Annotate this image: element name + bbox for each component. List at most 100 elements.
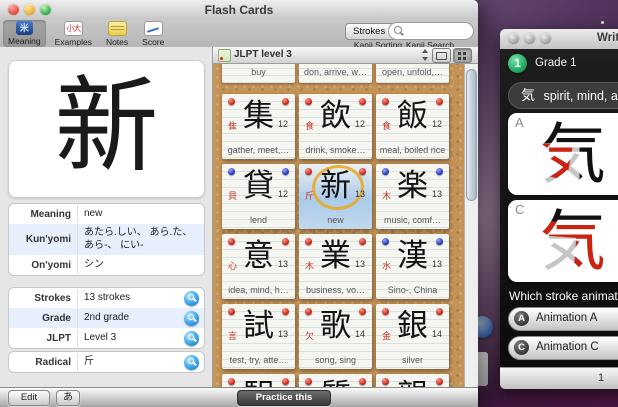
toolbar: 米 Meaning 小大 Examples Notes Score Strokes Kan… (0, 20, 478, 50)
meaning-row: Meaning new (9, 204, 204, 224)
toolbar-button-label: Notes (105, 37, 129, 47)
cork-board[interactable]: buy don, arrive, w… open, unfold,… 隹集 12 gat… (213, 64, 465, 388)
toolbar-button-notes[interactable]: Notes (101, 20, 133, 47)
minimize-button[interactable] (524, 33, 535, 44)
toolbar-buttons: 米 Meaning 小大 Examples Notes Score (3, 20, 169, 47)
big-kanji: 新 (54, 69, 159, 185)
card-letter: C (515, 202, 525, 217)
flash-cards-window: Flash Cards 米 Meaning 小大 Examples Notes Score… (0, 0, 478, 407)
card-stroke-count: 13 (431, 259, 442, 269)
desktop-star (601, 21, 604, 24)
partial-kanji-card[interactable]: don, arrive, w… (299, 64, 372, 83)
card-meaning: lend (249, 215, 267, 225)
kanji-card-selected[interactable]: 斤新 13 new (299, 162, 372, 229)
window-title: Writi (597, 32, 618, 44)
big-kanji-card: 新 (8, 60, 205, 198)
card-stroke-count: 12 (277, 189, 288, 199)
stroke-animation-a: 気 気 気 (532, 115, 614, 193)
kanji-card[interactable]: 食飯 12 meal, boiled rice (376, 94, 449, 159)
grid-view-button[interactable] (453, 48, 472, 63)
row-value: 13 strokes (77, 288, 184, 308)
kanji-card[interactable]: 水漢 13 Sino-, China (376, 234, 449, 299)
lookup-magnifier-button[interactable] (184, 310, 199, 326)
toolbar-button-meaning[interactable]: 米 Meaning (3, 20, 46, 47)
row-label: Meaning (30, 208, 71, 220)
kanji-card[interactable]: 食飲 12 drink, smoke… (299, 94, 372, 159)
toolbar-button-score[interactable]: Score (137, 20, 169, 47)
radical-row: Radical 斤 (9, 352, 204, 372)
lookup-magnifier-button[interactable] (184, 290, 199, 306)
answer-label: Animation C (536, 341, 599, 353)
single-view-button[interactable] (432, 48, 451, 63)
notes-icon (107, 21, 127, 36)
kanji-card[interactable]: 心意 13 idea, mind, h… (222, 234, 295, 299)
stroke-animation-card-c[interactable]: C 気 気 気 (508, 200, 618, 282)
kanji-card[interactable]: 隹集 12 gather, meet,… (222, 94, 295, 159)
card-meaning: test, try, atte… (229, 355, 288, 365)
card-stroke-count: 12 (431, 119, 442, 129)
card-stroke-count: 12 (354, 119, 365, 129)
lookup-magnifier-button[interactable] (184, 330, 199, 346)
kanji-card[interactable]: 木楽 13 music, comf… (376, 164, 449, 229)
row-value: シン (77, 255, 204, 275)
row-value: 2nd grade (77, 308, 184, 328)
row-label: On'yomi (31, 259, 71, 271)
card-stroke-count: 12 (277, 119, 288, 129)
kanji-card[interactable]: 欠歌 14 song, sing (299, 304, 372, 369)
row-label: Kun'yomi (25, 234, 71, 245)
card-meaning: drink, smoke… (305, 145, 366, 155)
board-scrollbar[interactable] (464, 64, 478, 388)
kanji-card[interactable]: 金銀 14 silver (376, 304, 449, 369)
prompt-kanji: 気 (521, 87, 535, 103)
popup-value: Strokes (353, 26, 386, 37)
card-meaning: silver (401, 355, 423, 365)
search-input[interactable] (404, 24, 470, 36)
row-label: JLPT (46, 332, 71, 344)
grade-row: Grade 2nd grade (9, 308, 204, 328)
close-button[interactable] (508, 33, 519, 44)
practice-this-button[interactable]: Practice this (237, 390, 331, 406)
window-footer: 1 (500, 367, 618, 389)
edit-button[interactable]: Edit (8, 390, 50, 406)
sort-stepper[interactable] (421, 48, 430, 61)
strokes-row: Strokes 13 strokes (9, 288, 204, 308)
card-meaning: Sino-, China (387, 285, 438, 295)
writing-practice-window: Writi 1 Grade 1 気 spirit, mind, a A 気 気 … (500, 29, 618, 389)
card-meaning: gather, meet,… (227, 145, 290, 155)
kanji-card[interactable]: 木業 13 business, vo… (299, 234, 372, 299)
answer-animation-c-button[interactable]: C Animation C (508, 336, 618, 360)
zoom-button[interactable] (540, 33, 551, 44)
lookup-table: Strokes 13 strokes Grade 2nd grade JLPT Level… (8, 287, 205, 349)
kanji-card[interactable]: 馬駅14 (222, 374, 295, 388)
card-meaning: idea, mind, h… (228, 285, 289, 295)
board-header: JLPT level 3 (213, 47, 478, 64)
card-stroke-count: 14 (354, 329, 365, 339)
titlebar[interactable]: Writi (500, 29, 618, 50)
kanji-card[interactable]: 貝質15 (299, 374, 372, 388)
window-title: Flash Cards (204, 3, 274, 17)
kanji-search-field[interactable] (388, 22, 474, 40)
card-meaning: open, unfold,… (381, 67, 444, 77)
toolbar-button-label: Meaning (8, 36, 41, 46)
jlpt-row: JLPT Level 3 (9, 328, 204, 348)
kana-toggle-button[interactable]: あ (56, 390, 80, 406)
card-board-pane: JLPT level 3 buy don, arrive, w… open, unf… (213, 47, 478, 388)
quiz-panel: 1 Grade 1 気 spirit, mind, a A 気 気 気 C 気 (500, 49, 618, 368)
lookup-magnifier-button[interactable] (184, 354, 199, 370)
kanji-card[interactable]: 見親16 (376, 374, 449, 388)
answer-animation-a-button[interactable]: A Animation A (508, 307, 618, 331)
card-meaning: music, comf… (383, 215, 441, 225)
row-value: 斤 (77, 352, 184, 372)
scrollbar-thumb[interactable] (466, 69, 477, 201)
row-value: あたら.しい、 あら.た、 あら-、 にい- (77, 224, 204, 255)
stroke-animation-card-a[interactable]: A 気 気 気 (508, 113, 618, 195)
deck-icon (218, 49, 231, 62)
partial-kanji-card[interactable]: buy (222, 64, 295, 83)
readings-table: Meaning new Kun'yomi あたら.しい、 あら.た、 あら-、 … (8, 203, 205, 276)
titlebar[interactable]: Flash Cards (0, 0, 478, 21)
kanji-card[interactable]: 言試 13 test, try, atte… (222, 304, 295, 369)
toolbar-button-examples[interactable]: 小大 Examples (50, 20, 97, 47)
partial-kanji-card[interactable]: open, unfold,… (376, 64, 449, 83)
kanji-card[interactable]: 貝貸 12 lend (222, 164, 295, 229)
card-meaning: new (327, 215, 344, 225)
